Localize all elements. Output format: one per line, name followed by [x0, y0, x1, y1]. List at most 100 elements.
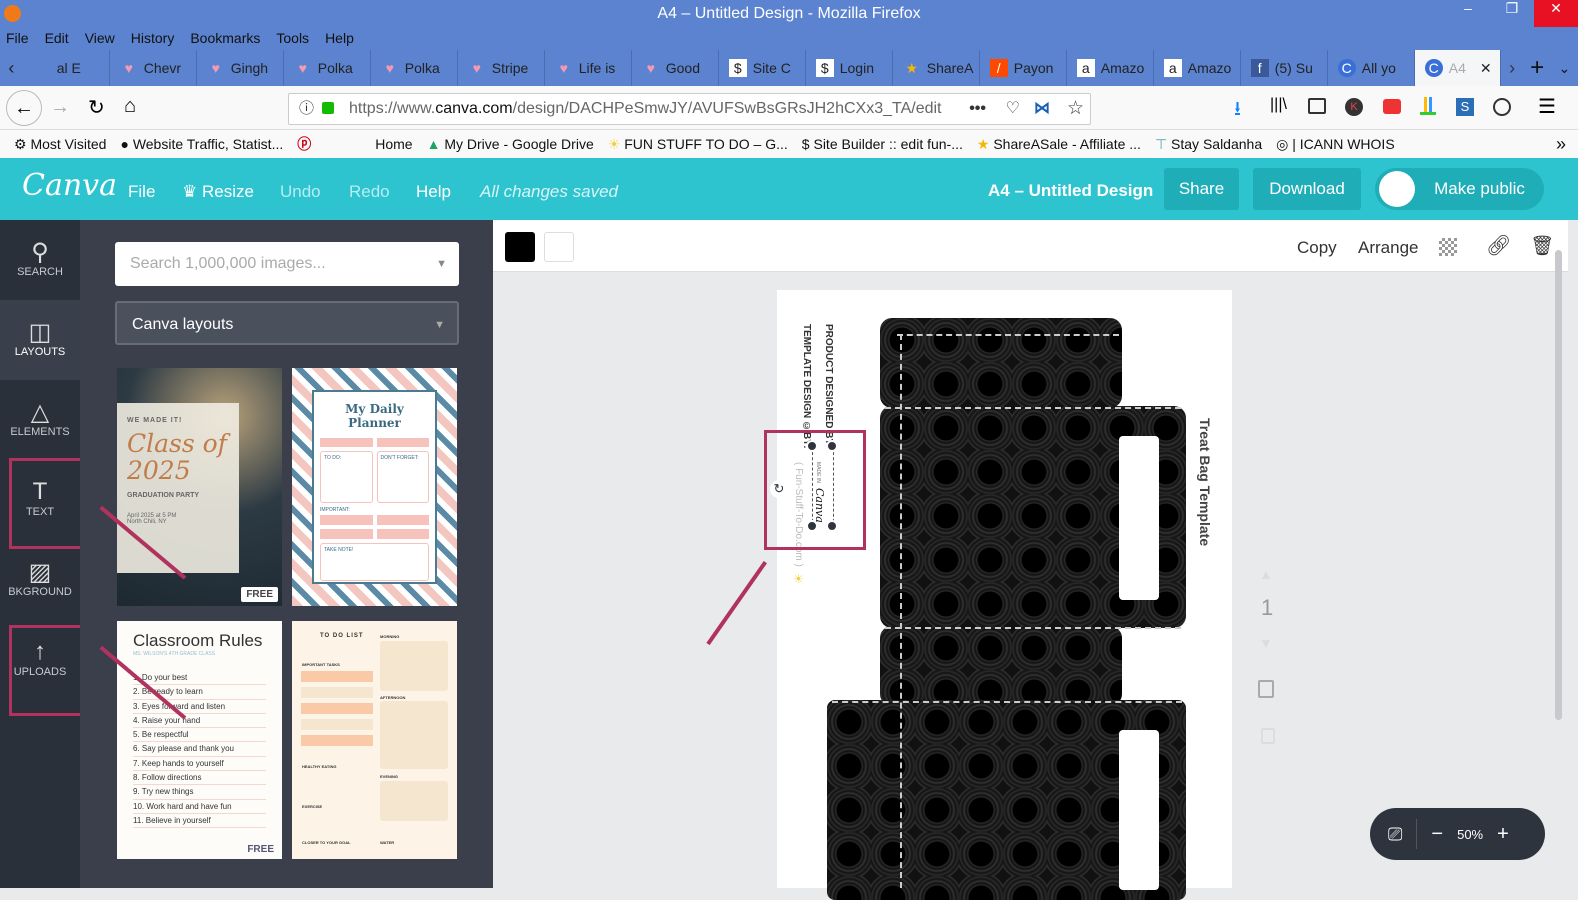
link-icon[interactable]: 🔗︎ — [1486, 233, 1511, 258]
copy-button[interactable]: Copy — [1297, 238, 1337, 258]
menu-file[interactable]: File — [6, 27, 29, 50]
tab-8[interactable]: $ Site C — [719, 50, 806, 86]
make-public-toggle[interactable]: Make public — [1375, 168, 1544, 210]
scroll-tabs-left-icon[interactable]: ‹ — [0, 58, 23, 79]
pocket-icon[interactable]: ♡ — [1006, 94, 1020, 124]
page-up-icon[interactable]: ▲ — [1259, 566, 1273, 582]
bookmark-star-icon[interactable]: ☆ — [1067, 94, 1084, 124]
tab-4[interactable]: ♥ Polka — [371, 50, 458, 86]
hamburger-menu-icon[interactable]: ☰ — [1538, 94, 1556, 119]
bag-bottom-flap[interactable] — [880, 626, 1122, 706]
bookmark-stay-saldanha[interactable]: ⊤ Stay Saldanha — [1155, 136, 1262, 153]
scrollbar[interactable] — [1555, 250, 1562, 720]
side-title[interactable]: Treat Bag Template — [1197, 418, 1213, 546]
library-icon[interactable]: |||\ — [1270, 96, 1287, 114]
share-button[interactable]: Share — [1164, 168, 1239, 210]
account-icon[interactable] — [1493, 98, 1511, 116]
tab-3[interactable]: ♥ Polka — [284, 50, 371, 86]
image-search-input[interactable]: Search 1,000,000 images... ▼ — [115, 242, 459, 286]
layout-thumb-graduation[interactable]: WE MADE IT! Class of 2025 GRADUATION PAR… — [117, 368, 282, 606]
tab-1[interactable]: ♥ Chevr — [110, 50, 197, 86]
canva-menu-help[interactable]: Help — [416, 182, 451, 202]
screenshot-icon[interactable] — [1383, 99, 1401, 114]
tab-0[interactable]: al E — [23, 50, 110, 86]
zoom-out-icon[interactable]: − — [1431, 823, 1443, 846]
extension-s-icon[interactable]: S — [1456, 98, 1474, 116]
layout-thumb-classroom-rules[interactable]: Classroom Rules MS. WILSON'S 4TH GRADE C… — [117, 621, 282, 859]
canva-logo[interactable]: Canva — [22, 168, 117, 203]
bookmark-website-traffic[interactable]: ● Website Traffic, Statist... — [120, 136, 283, 152]
tab-9[interactable]: $ Login — [806, 50, 893, 86]
menu-help[interactable]: Help — [325, 27, 354, 50]
downloads-icon[interactable]: ⭳ — [1234, 94, 1241, 128]
menu-history[interactable]: History — [131, 27, 175, 50]
rail-elements[interactable]: △ ELEMENTS — [0, 380, 80, 460]
design-title[interactable]: A4 – Untitled Design — [988, 181, 1153, 201]
bookmark-home[interactable]: Home — [375, 136, 412, 152]
forward-icon[interactable]: → — [50, 96, 70, 119]
design-page[interactable]: TEMPLATE DESIGN ©BY: PRODUCT DESIGNED BY… — [777, 290, 1232, 900]
tab-12[interactable]: a Amazo — [1067, 50, 1154, 86]
color-swatch-black[interactable] — [505, 232, 535, 262]
color-swatch-white[interactable] — [544, 232, 574, 262]
tab-15[interactable]: C All yo — [1328, 50, 1415, 86]
extension-k-icon[interactable]: K — [1345, 98, 1363, 116]
home-icon[interactable]: ⌂ — [124, 95, 136, 118]
layout-thumb-daily-planner[interactable]: My Daily Planner TO DO: DON'T FORGET: IMP… — [292, 368, 457, 606]
layout-thumb-todo-list[interactable]: TO DO LIST MORNING IMPORTANT TASKS AFTER… — [292, 621, 457, 859]
menu-view[interactable]: View — [85, 27, 115, 50]
trash-icon[interactable]: 🗑︎ — [1530, 234, 1554, 258]
transparency-icon[interactable] — [1439, 238, 1457, 256]
minimize-button[interactable]: – — [1446, 0, 1490, 27]
close-tab-icon[interactable]: ✕ — [1480, 60, 1492, 77]
bookmark-google-drive[interactable]: ▲ My Drive - Google Drive — [427, 136, 594, 152]
redo-button[interactable]: Redo — [349, 182, 390, 202]
duplicate-page-icon[interactable] — [1258, 680, 1274, 698]
new-tab-icon[interactable]: + — [1523, 54, 1550, 82]
extension-bowtie-icon[interactable]: ⋈ — [1034, 94, 1050, 124]
undo-button[interactable]: Undo — [280, 182, 321, 202]
zoom-in-icon[interactable]: + — [1497, 823, 1509, 846]
tab-10[interactable]: ★ ShareA — [893, 50, 980, 86]
page-down-icon[interactable]: ▼ — [1259, 635, 1273, 651]
bag-flap-top[interactable] — [880, 318, 1122, 408]
info-icon[interactable]: ⓘ — [299, 94, 314, 124]
bookmark-icann-whois[interactable]: ◎ | ICANN WHOIS — [1276, 136, 1395, 153]
zoom-level[interactable]: 50% — [1457, 827, 1483, 842]
pinterest-icon[interactable]: ⓟ — [297, 134, 311, 154]
tab-5[interactable]: ♥ Stripe — [458, 50, 545, 86]
download-button[interactable]: Download — [1253, 168, 1361, 210]
tab-2[interactable]: ♥ Gingh — [197, 50, 284, 86]
menu-edit[interactable]: Edit — [45, 27, 69, 50]
rail-search[interactable]: ⚲ SEARCH — [0, 220, 80, 300]
analytics-icon[interactable] — [1420, 97, 1436, 115]
list-tabs-icon[interactable]: ⌄ — [1551, 60, 1578, 77]
tab-13[interactable]: a Amazo — [1154, 50, 1241, 86]
maximize-button[interactable]: ❐ — [1490, 0, 1534, 27]
tab-14[interactable]: f (5) Su — [1241, 50, 1328, 86]
tab-7[interactable]: ♥ Good — [632, 50, 719, 86]
back-icon[interactable]: ← — [6, 90, 42, 126]
close-button[interactable]: ✕ — [1534, 0, 1578, 27]
layouts-select[interactable]: Canva layouts ▼ — [115, 301, 459, 345]
resize-button[interactable]: ♛ Resize — [182, 182, 254, 202]
menu-tools[interactable]: Tools — [276, 27, 309, 50]
canva-menu-file[interactable]: File — [128, 182, 155, 202]
more-bookmarks-icon[interactable]: » — [1556, 134, 1566, 155]
reload-icon[interactable]: ↻ — [88, 95, 105, 120]
bookmark-shareasale[interactable]: ★ ShareASale - Affiliate ... — [977, 136, 1141, 153]
bookmark-site-builder[interactable]: $ Site Builder :: edit fun-... — [802, 136, 963, 152]
page-actions-icon[interactable]: ••• — [969, 94, 986, 124]
url-bar[interactable]: ⓘ https://www.canva.com/design/DACHPeSmw… — [288, 93, 1091, 125]
rail-layouts[interactable]: ◫ LAYOUTS — [0, 300, 80, 380]
scroll-tabs-right-icon[interactable]: › — [1501, 58, 1524, 79]
bookmark-fun-stuff[interactable]: ☀ FUN STUFF TO DO – G... — [608, 136, 788, 153]
arrange-button[interactable]: Arrange — [1358, 238, 1418, 258]
rail-background[interactable]: ▨ BKGROUND — [0, 540, 80, 620]
present-icon[interactable]: ⎚ — [1388, 824, 1402, 845]
menu-bookmarks[interactable]: Bookmarks — [190, 27, 260, 50]
sidebar-icon[interactable] — [1308, 98, 1326, 114]
bookmark-most-visited[interactable]: ⚙ Most Visited — [14, 136, 106, 153]
tab-6[interactable]: ♥ Life is — [545, 50, 632, 86]
delete-page-icon[interactable] — [1261, 728, 1275, 744]
